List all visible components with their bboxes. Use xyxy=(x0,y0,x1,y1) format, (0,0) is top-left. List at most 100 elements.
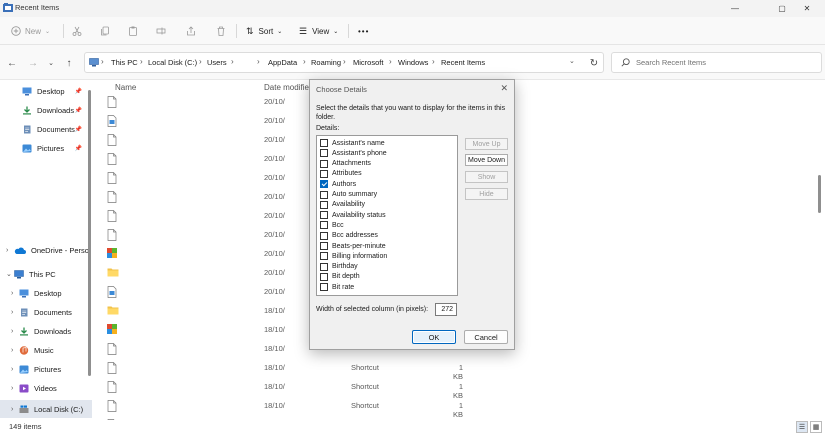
sidebar-item-pc-videos[interactable]: › Videos xyxy=(0,379,92,397)
breadcrumb-recent-items[interactable]: Recent Items xyxy=(441,58,485,67)
breadcrumb-local-disk[interactable]: Local Disk (C:) xyxy=(148,58,197,67)
details-view-icon[interactable]: ☰ xyxy=(796,421,808,433)
chevron-right-icon[interactable]: › xyxy=(11,406,19,413)
details-option[interactable]: Bcc addresses xyxy=(320,231,378,241)
details-option[interactable]: Assistant's name xyxy=(320,138,385,148)
sidebar-item-local-disk[interactable]: › Local Disk (C:) xyxy=(0,400,92,418)
address-bar[interactable]: › This PC › Local Disk (C:) › Users › › … xyxy=(84,52,604,73)
new-button[interactable]: New ⌄ xyxy=(11,17,50,45)
chevron-right-icon[interactable]: › xyxy=(6,247,14,254)
rename-icon[interactable] xyxy=(156,26,166,36)
share-icon[interactable] xyxy=(186,26,196,36)
ok-button[interactable]: OK xyxy=(412,330,456,344)
details-option[interactable]: Auto summary xyxy=(320,190,377,200)
file-row[interactable]: 18/10/Shortcut1 KB xyxy=(93,378,813,400)
move-down-button[interactable]: Move Down xyxy=(465,154,508,166)
column-header-date-modified[interactable]: Date modified xyxy=(264,83,313,92)
checkbox[interactable] xyxy=(320,231,328,240)
checkbox[interactable] xyxy=(320,200,328,209)
sidebar-item-pc-music[interactable]: › Music xyxy=(0,341,92,359)
file-list-scrollbar[interactable] xyxy=(818,175,821,213)
pin-icon[interactable]: 📌 xyxy=(75,126,82,133)
details-option[interactable]: Beats-per-minute xyxy=(320,241,386,251)
breadcrumb-users[interactable]: Users xyxy=(207,58,227,67)
checkbox[interactable] xyxy=(320,211,328,220)
details-option[interactable]: Availability status xyxy=(320,210,386,220)
more-options-button[interactable]: ••• xyxy=(358,17,369,45)
breadcrumb-windows[interactable]: Windows xyxy=(398,58,428,67)
pin-icon[interactable]: 📌 xyxy=(75,88,82,95)
move-up-button[interactable]: Move Up xyxy=(465,138,508,150)
chevron-right-icon[interactable]: › xyxy=(11,328,19,335)
sidebar-scrollbar[interactable] xyxy=(88,90,91,376)
checkbox[interactable] xyxy=(320,190,328,199)
checkbox[interactable] xyxy=(320,159,328,168)
sidebar-item-downloads[interactable]: Downloads 📌 xyxy=(0,101,92,119)
chevron-right-icon[interactable]: › xyxy=(11,347,19,354)
up-arrow-icon[interactable]: ↑ xyxy=(62,56,76,70)
checkbox[interactable] xyxy=(320,252,328,261)
details-option[interactable]: Attributes xyxy=(320,169,362,179)
pin-icon[interactable]: 📌 xyxy=(75,145,82,152)
show-button[interactable]: Show xyxy=(465,171,508,183)
details-option[interactable]: Birthday xyxy=(320,262,358,272)
checkbox[interactable] xyxy=(320,149,328,158)
search-box[interactable]: Search Recent Items xyxy=(611,52,822,73)
sidebar-item-documents[interactable]: Documents 📌 xyxy=(0,120,92,138)
back-arrow-icon[interactable]: ← xyxy=(5,56,19,70)
details-option[interactable]: Bit depth xyxy=(320,272,360,282)
checkbox[interactable] xyxy=(320,242,328,250)
chevron-right-icon[interactable]: › xyxy=(11,385,19,392)
sort-button[interactable]: ⇅ Sort ⌄ xyxy=(246,17,282,45)
chevron-right-icon[interactable]: › xyxy=(11,309,19,316)
file-row[interactable]: 18/10/Shortcut1 KB xyxy=(93,397,813,419)
details-list[interactable]: Assistant's name Assistant's phone Attachm… xyxy=(316,135,458,296)
paste-icon[interactable] xyxy=(128,26,138,36)
checkbox[interactable] xyxy=(320,272,328,281)
sidebar-item-pictures[interactable]: Pictures 📌 xyxy=(0,139,92,157)
details-list-scrollbar[interactable] xyxy=(457,152,458,164)
details-option[interactable]: Bcc xyxy=(320,220,344,230)
checkbox[interactable] xyxy=(320,169,328,178)
close-button[interactable]: ✕ xyxy=(789,0,825,17)
breadcrumb-roaming[interactable]: Roaming xyxy=(311,58,341,67)
chevron-down-icon[interactable]: ⌄ xyxy=(6,270,14,278)
details-option[interactable]: Assistant's phone xyxy=(320,148,387,158)
chevron-right-icon[interactable]: › xyxy=(11,290,19,297)
details-option[interactable]: Availability xyxy=(320,200,365,210)
refresh-icon[interactable]: ↻ xyxy=(587,56,601,70)
checkbox[interactable] xyxy=(320,139,328,147)
checkbox[interactable] xyxy=(320,221,328,230)
sidebar-item-pc-documents[interactable]: › Documents xyxy=(0,303,92,321)
breadcrumb-this-pc[interactable]: This PC xyxy=(111,58,138,67)
column-header-name[interactable]: Name xyxy=(115,83,136,92)
cut-icon[interactable] xyxy=(72,26,82,36)
hide-button[interactable]: Hide xyxy=(465,188,508,200)
view-button[interactable]: ☰ View ⌄ xyxy=(299,17,338,45)
breadcrumb-microsoft[interactable]: Microsoft xyxy=(353,58,383,67)
details-option[interactable]: Attachments xyxy=(320,159,371,169)
breadcrumb-appdata[interactable]: AppData xyxy=(268,58,297,67)
delete-icon[interactable] xyxy=(216,26,226,36)
details-option[interactable]: Authors xyxy=(320,179,356,189)
sidebar-item-onedrive[interactable]: › OneDrive - Perso xyxy=(0,241,92,259)
minimize-button[interactable]: — xyxy=(717,0,753,17)
close-icon[interactable]: ✕ xyxy=(500,83,508,94)
chevron-right-icon[interactable]: › xyxy=(11,366,19,373)
recent-locations-chevron-icon[interactable]: ⌄ xyxy=(44,56,58,70)
forward-arrow-icon[interactable]: → xyxy=(26,56,40,70)
address-history-chevron-icon[interactable]: ⌄ xyxy=(569,57,575,65)
tiles-view-icon[interactable]: ▦ xyxy=(810,421,822,433)
sidebar-item-this-pc[interactable]: ⌄ This PC xyxy=(0,265,92,283)
details-option[interactable]: Bit rate xyxy=(320,282,354,292)
checkbox[interactable] xyxy=(320,262,328,271)
sidebar-item-pc-desktop[interactable]: › Desktop xyxy=(0,284,92,302)
copy-icon[interactable] xyxy=(100,26,110,36)
sidebar-item-desktop[interactable]: Desktop 📌 xyxy=(0,82,92,100)
column-width-input[interactable]: 272 xyxy=(435,303,457,316)
checkbox[interactable] xyxy=(320,180,328,189)
sidebar-item-pc-downloads[interactable]: › Downloads xyxy=(0,322,92,340)
pin-icon[interactable]: 📌 xyxy=(75,107,82,114)
cancel-button[interactable]: Cancel xyxy=(464,330,508,344)
checkbox[interactable] xyxy=(320,283,328,292)
